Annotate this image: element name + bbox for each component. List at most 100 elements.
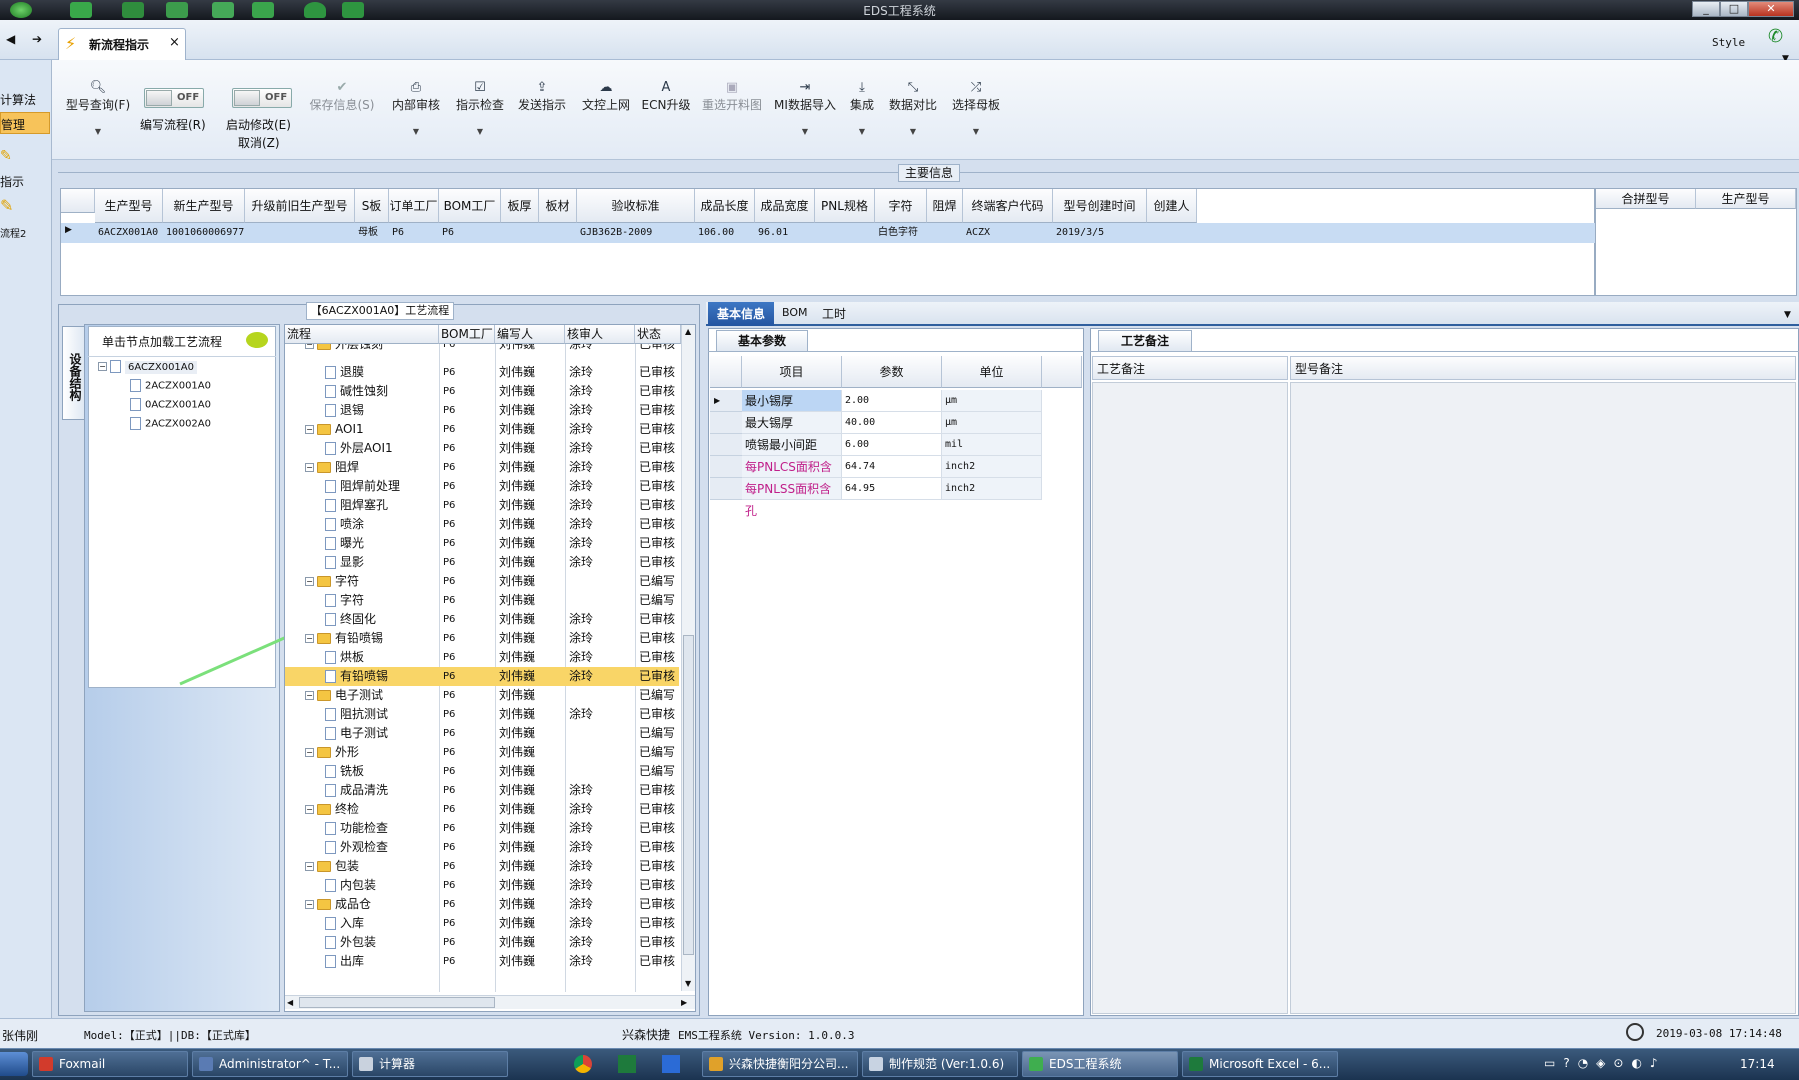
flow-row[interactable]: 终固化 P6 刘伟巍 涂玲 已审核 — [285, 610, 679, 629]
scroll-right-icon[interactable]: ▶ — [681, 998, 687, 1007]
table-icon[interactable] — [252, 2, 274, 18]
vertical-tab-equipment[interactable]: 设备结构 — [62, 326, 84, 420]
mi-import-button[interactable]: ⇥ MI数据导入 ▼ — [772, 80, 838, 150]
table-cell[interactable]: 10010600069777 — [166, 223, 244, 243]
detail-menu-icon[interactable]: ▼ — [1784, 310, 1791, 320]
tray-icons[interactable]: ▭?◔◈⊙◐♪ — [1544, 1056, 1724, 1072]
param-value-cell[interactable]: 6.00 — [842, 434, 942, 456]
flow-row[interactable]: 出库 P6 刘伟巍 涂玲 已审核 — [285, 952, 679, 971]
film-icon[interactable] — [166, 2, 188, 18]
param-item-cell[interactable]: 喷锡最小间距 — [742, 434, 842, 456]
flow-row[interactable]: 内包装 P6 刘伟巍 涂玲 已审核 — [285, 876, 679, 895]
close-window-button[interactable]: ✕ — [1748, 1, 1794, 17]
collapse-icon[interactable]: − — [305, 425, 314, 434]
chevron-down-icon[interactable]: ▼ — [386, 127, 446, 136]
grid-icon[interactable] — [70, 2, 92, 18]
param-item-cell[interactable]: 每PNLSS面积含孔 — [742, 478, 842, 518]
task-excel[interactable]: Microsoft Excel - 6... — [1182, 1051, 1338, 1077]
task-foxmail[interactable]: Foxmail — [32, 1051, 188, 1077]
flow-row[interactable]: 阻焊塞孔 P6 刘伟巍 涂玲 已审核 — [285, 496, 679, 515]
column-header[interactable]: 字符 — [875, 189, 927, 223]
param-item-cell[interactable]: 每PNLCS面积含孔 — [742, 456, 842, 496]
table-cell[interactable]: GJB362B-2009 — [580, 223, 694, 243]
flow-row[interactable]: − 外形 P6 刘伟巍 已编写 — [285, 743, 679, 762]
flow-row[interactable]: − 字符 P6 刘伟巍 已编写 — [285, 572, 679, 591]
chevron-down-icon[interactable]: ▼ — [886, 127, 940, 136]
flow-row[interactable]: − 有铅喷锡 P6 刘伟巍 涂玲 已审核 — [285, 629, 679, 648]
row-header[interactable] — [710, 478, 742, 500]
flow-row[interactable]: 外包装 P6 刘伟巍 涂玲 已审核 — [285, 933, 679, 952]
tab-bom[interactable]: BOM — [782, 306, 808, 319]
cancel-button[interactable]: 取消(Z) — [238, 134, 280, 151]
flow-row[interactable]: 功能检查 P6 刘伟巍 涂玲 已审核 — [285, 819, 679, 838]
tree-node[interactable]: 2ACZX002A0 — [130, 417, 211, 430]
column-header[interactable]: 成品长度 — [695, 189, 755, 223]
flow-row[interactable]: 有铅喷锡 P6 刘伟巍 涂玲 已审核 — [285, 667, 679, 686]
table-cell[interactable] — [542, 223, 576, 243]
user-icon[interactable] — [304, 2, 326, 18]
column-header[interactable]: S板 — [355, 189, 389, 223]
column-header[interactable]: BOM工厂 — [439, 189, 501, 223]
flow-row[interactable]: − 终检 P6 刘伟巍 涂玲 已审核 — [285, 800, 679, 819]
param-value-cell[interactable]: 64.74 — [842, 456, 942, 478]
upload-doc-button[interactable]: ☁ 文控上网 — [576, 80, 636, 150]
column-header[interactable]: 阻焊 — [927, 189, 963, 223]
column-header[interactable]: 创建人 — [1147, 189, 1197, 223]
flow-row[interactable]: − 成品仓 P6 刘伟巍 涂玲 已审核 — [285, 895, 679, 914]
table-cell[interactable]: ACZX — [966, 223, 1052, 243]
flow-row[interactable]: 显影 P6 刘伟巍 涂玲 已审核 — [285, 553, 679, 572]
column-header[interactable]: 验收标准 — [577, 189, 695, 223]
nav-back-icon[interactable]: ◀ — [6, 32, 15, 46]
flow-column-header[interactable]: BOM工厂 — [439, 325, 495, 344]
table-cell[interactable] — [930, 223, 962, 243]
flow-row[interactable]: − 包装 P6 刘伟巍 涂玲 已审核 — [285, 857, 679, 876]
flow-row[interactable]: 阻抗测试 P6 刘伟巍 涂玲 已审核 — [285, 705, 679, 724]
param-item-cell[interactable]: 最小锡厚 — [742, 390, 842, 412]
flow-row[interactable]: 阻焊前处理 P6 刘伟巍 涂玲 已审核 — [285, 477, 679, 496]
param-unit-cell[interactable]: μm — [942, 412, 1042, 434]
flow-row[interactable]: 退膜 P6 刘伟巍 涂玲 已审核 — [285, 363, 679, 382]
task-xingsen[interactable]: 兴森快捷衡阳分公司... — [702, 1051, 858, 1077]
flow-row[interactable]: − 外层蚀刻 P6 刘伟巍 涂玲 已审核 — [285, 344, 679, 354]
flow-column-header[interactable]: 核审人 — [565, 325, 635, 344]
ecn-upgrade-button[interactable]: A ECN升级 — [638, 80, 694, 150]
collapse-icon[interactable]: − — [305, 463, 314, 472]
data-compare-button[interactable]: ⤡ 数据对比 ▼ — [886, 80, 940, 150]
param-item-cell[interactable]: 最大锡厚 — [742, 412, 842, 434]
excel-small-icon[interactable] — [618, 1055, 636, 1073]
remarks-tab[interactable]: 工艺备注 — [1098, 330, 1192, 352]
tree-node[interactable]: 2ACZX001A0 — [130, 379, 211, 392]
param-unit-cell[interactable]: inch2 — [942, 478, 1042, 500]
process-remark-textarea[interactable] — [1092, 382, 1288, 1014]
collapse-icon[interactable]: − — [305, 577, 314, 586]
internal-review-button[interactable]: ⎙ 内部审核 ▼ — [386, 80, 446, 150]
chevron-down-icon[interactable]: ▼ — [62, 127, 134, 136]
tab-close-icon[interactable]: × — [169, 35, 180, 50]
column-header[interactable]: 升级前旧生产型号 — [245, 189, 355, 223]
flow-column-header[interactable]: 流程 — [285, 325, 439, 344]
instruction-check-button[interactable]: ☑ 指示检查 ▼ — [450, 80, 510, 150]
phone-icon[interactable]: ✆ — [1768, 26, 1783, 47]
chart-icon[interactable] — [342, 2, 364, 18]
table-cell[interactable]: 母板 — [358, 223, 388, 243]
column-header[interactable]: 板材 — [539, 189, 577, 223]
flow-column-header[interactable]: 状态 — [635, 325, 681, 344]
nav-item-flow2[interactable]: 流程2 — [0, 222, 50, 244]
flow-row[interactable]: − 电子测试 P6 刘伟巍 已编写 — [285, 686, 679, 705]
table-cell[interactable] — [1150, 223, 1196, 243]
flow-row[interactable]: 入库 P6 刘伟巍 涂玲 已审核 — [285, 914, 679, 933]
flow-row[interactable]: 成品清洗 P6 刘伟巍 涂玲 已审核 — [285, 781, 679, 800]
collapse-icon[interactable]: − — [305, 691, 314, 700]
collapse-icon[interactable]: − — [305, 748, 314, 757]
save-button[interactable]: ✔ 保存信息(S) — [306, 80, 378, 150]
horizontal-scrollbar[interactable]: ◀ ▶ — [285, 995, 695, 1009]
select-master-button[interactable]: ⤮ 选择母板 ▼ — [948, 80, 1004, 150]
column-header[interactable]: 型号创建时间 — [1053, 189, 1147, 223]
taskbar-clock[interactable]: 17:14 — [1740, 1057, 1775, 1071]
flow-row[interactable]: 烘板 P6 刘伟巍 涂玲 已审核 — [285, 648, 679, 667]
scissors-icon[interactable] — [122, 2, 144, 18]
tab-new-flow[interactable]: ⚡ 新流程指示 × — [58, 28, 186, 60]
flow-row[interactable]: − AOI1 P6 刘伟巍 涂玲 已审核 — [285, 420, 679, 439]
maximize-button[interactable]: □ — [1720, 1, 1748, 17]
scroll-up-icon[interactable]: ▲ — [685, 327, 691, 336]
